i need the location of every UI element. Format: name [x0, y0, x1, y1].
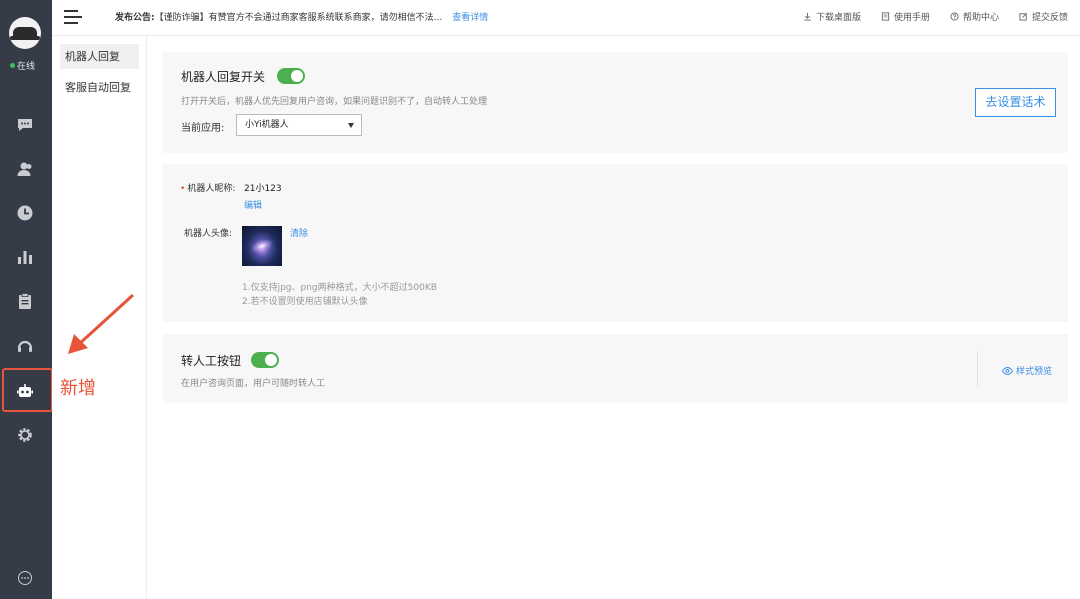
avatar-hint-default: 2.若不设置则使用店铺默认头像 — [242, 297, 368, 307]
user-manual-link[interactable]: 使用手册 — [881, 10, 930, 23]
transfer-description: 在用户咨询页面，用户可随时转人工 — [181, 379, 326, 389]
avatar-hint-format: 1.仅支持jpg、png两种格式，大小不超过500KB — [242, 283, 437, 293]
announcement-text: 【谨防诈骗】有赞官方不会通过商家客服系统联系商家，请勿相信不法... — [154, 13, 443, 23]
robot-avatar-image[interactable] — [242, 226, 282, 266]
history-icon[interactable] — [14, 202, 36, 224]
settings-icon[interactable] — [14, 424, 36, 446]
download-desktop-link[interactable]: 下载桌面版 — [803, 10, 861, 23]
submit-feedback-label: 提交反馈 — [1031, 13, 1068, 23]
headset-icon[interactable] — [14, 334, 36, 356]
subnav-item-robot-reply[interactable]: 机器人回复 — [60, 44, 139, 69]
style-preview-link[interactable]: 样式预览 — [1001, 364, 1052, 377]
manual-icon — [881, 12, 890, 21]
subnav-item-auto-reply[interactable]: 客服自动回复 — [60, 75, 139, 100]
annotation-arrow-icon — [68, 293, 135, 354]
contacts-icon[interactable] — [14, 158, 36, 180]
user-manual-label: 使用手册 — [893, 13, 930, 23]
current-app-value: 小Yi机器人 — [245, 120, 289, 130]
nickname-value: 21小123 — [244, 184, 282, 194]
robot-switch-description: 打开开关后，机器人优先回复用户咨询，如果问题识别不了，自动转人工处理 — [181, 97, 488, 107]
setup-script-button[interactable]: 去设置话术 — [975, 88, 1056, 117]
style-preview-label: 样式预览 — [1015, 367, 1052, 377]
robot-switch-panel: 机器人回复开关 打开开关后，机器人优先回复用户咨询，如果问题识别不了，自动转人工… — [163, 52, 1068, 153]
help-center-label: 帮助中心 — [962, 13, 999, 23]
help-center-link[interactable]: 帮助中心 — [950, 10, 999, 23]
submit-feedback-link[interactable]: 提交反馈 — [1019, 10, 1068, 23]
announcement-label: 发布公告: — [115, 13, 155, 23]
download-icon — [804, 12, 811, 21]
robot-profile-panel: • 机器人昵称: 21小123 编辑 机器人头像: 清除 1.仅支持jpg、png… — [163, 164, 1068, 322]
online-status: 在线 — [10, 59, 35, 72]
transfer-panel: 转人工按钮 在用户咨询页面，用户可随时转人工 样式预览 — [163, 334, 1068, 403]
stats-icon[interactable] — [14, 246, 36, 268]
top-bar: 发布公告:【谨防诈骗】有赞官方不会通过商家客服系统联系商家，请勿相信不法... 查… — [52, 0, 1080, 36]
top-links: 下载桌面版 使用手册 帮助中心 提交反馈 — [803, 10, 1068, 23]
robot-switch-title: 机器人回复开关 — [181, 70, 266, 84]
announcement-detail-link[interactable]: 查看详情 — [452, 13, 488, 23]
feedback-icon — [1019, 13, 1027, 21]
clear-avatar-link[interactable]: 清除 — [290, 226, 308, 239]
eye-icon — [1001, 366, 1013, 375]
download-desktop-label: 下载桌面版 — [815, 13, 861, 23]
announcement: 发布公告:【谨防诈骗】有赞官方不会通过商家客服系统联系商家，请勿相信不法... 查… — [115, 10, 488, 23]
chat-icon[interactable] — [14, 114, 36, 136]
transfer-title: 转人工按钮 — [181, 354, 242, 368]
robot-icon[interactable] — [14, 380, 36, 402]
menu-toggle-icon[interactable] — [64, 9, 82, 25]
current-app-label: 当前应用: — [181, 123, 225, 134]
divider — [977, 351, 978, 387]
avatar-label: 机器人头像: — [184, 229, 233, 239]
current-app-select[interactable]: 小Yi机器人 — [236, 114, 362, 136]
online-status-label: 在线 — [17, 62, 36, 72]
help-icon — [950, 12, 959, 21]
edit-nickname-link[interactable]: 编辑 — [244, 198, 262, 211]
left-rail: 在线 — [0, 0, 53, 599]
transfer-toggle[interactable] — [251, 352, 279, 368]
online-dot-icon — [10, 63, 15, 68]
user-avatar[interactable] — [9, 17, 41, 49]
nickname-label: • 机器人昵称: — [180, 181, 235, 194]
more-icon[interactable] — [17, 570, 33, 586]
chevron-down-icon — [348, 123, 354, 128]
nickname-label-text: 机器人昵称: — [187, 184, 236, 194]
annotation-new-label: 新增 — [60, 378, 96, 399]
robot-reply-toggle[interactable] — [277, 68, 305, 84]
clipboard-icon[interactable] — [14, 290, 36, 312]
required-marker: • — [180, 184, 186, 194]
